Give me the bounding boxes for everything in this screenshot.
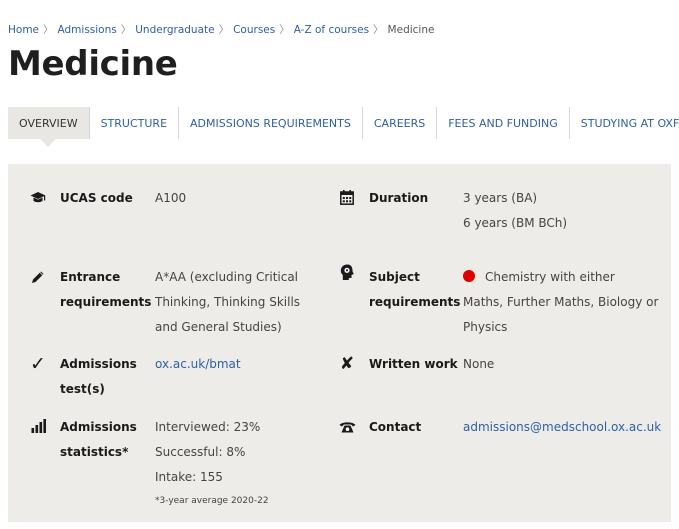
phone-icon [337,415,357,440]
statistics-intake: Intake: 155 [155,470,223,484]
tab-overview[interactable]: OVERVIEW [8,107,90,147]
duration-value-ba: 3 years (BA) [463,191,538,205]
statistics-successful: Successful: 8% [155,445,246,459]
check-icon: ✓ [30,353,46,375]
tab-studying-at-oxford[interactable]: STUDYING AT OXFORD [570,107,679,139]
tab-structure[interactable]: STRUCTURE [90,107,180,139]
breadcrumb-admissions[interactable]: Admissions [58,24,117,36]
breadcrumb-separator-icon: 〉 [373,24,384,36]
written-work-label: Written work [369,357,458,371]
subject-value-line2: Maths, Further Maths, Biology or [463,295,659,309]
tab-admissions-requirements[interactable]: ADMISSIONS REQUIREMENTS [179,107,363,139]
breadcrumb-separator-icon: 〉 [218,24,230,36]
tab-careers[interactable]: CAREERS [363,107,438,139]
entrance-value-line3: and General Studies) [155,320,282,334]
subject-value-line1: Chemistry with either [485,270,615,284]
duration-value-bmbch: 6 years (BM BCh) [463,216,568,230]
written-work-value: None [463,357,495,371]
subject-label-line1: Subject [369,270,420,284]
tab-fees-and-funding[interactable]: FEES AND FUNDING [437,107,570,139]
pencil-icon [28,265,48,290]
admissions-test-link[interactable]: ox.ac.uk/bmat [155,352,241,377]
entrance-value-line2: Thinking, Thinking Skills [155,295,301,309]
entrance-label-line2: requirements [60,295,152,309]
subject-value-line3: Physics [463,320,508,334]
page-title: Medicine [8,44,178,84]
contact-email-link[interactable]: admissions@medschool.ox.ac.uk [463,415,661,440]
cross-icon: ✘ [339,354,355,374]
entrance-label-line1: Entrance [60,270,121,284]
breadcrumb-current: Medicine [387,24,435,36]
entrance-value-line1: A*AA (excluding Critical [155,270,299,284]
breadcrumb-separator-icon: 〉 [120,24,132,36]
ucas-code-label: UCAS code [60,191,133,205]
contact-label: Contact [369,420,422,434]
statistics-label-line1: Admissions [60,420,137,434]
bar-chart-icon [28,415,48,440]
required-subject-dot-icon [463,270,475,282]
breadcrumb: Home 〉 Admissions 〉 Undergraduate 〉 Courses 〉 A-… [8,22,434,37]
admissions-test-label-line1: Admissions [60,357,137,371]
ucas-code-value: A100 [155,191,187,205]
breadcrumb-home[interactable]: Home [8,24,39,36]
statistics-footnote: *3-year average 2020-22 [155,496,269,506]
statistics-interviewed: Interviewed: 23% [155,420,261,434]
course-facts-panel: UCAS code A100 Duration 3 years (BA) 6 y… [8,164,671,522]
subject-label-line2: requirements [369,295,461,309]
head-icon [337,261,357,286]
breadcrumb-undergraduate[interactable]: Undergraduate [135,24,214,36]
graduation-cap-icon [28,186,48,211]
statistics-label-line2: statistics* [60,445,129,459]
breadcrumb-courses[interactable]: Courses [233,24,275,36]
breadcrumb-separator-icon: 〉 [279,24,290,36]
breadcrumb-separator-icon: 〉 [43,24,54,36]
course-tabs: OVERVIEW STRUCTURE ADMISSIONS REQUIREMEN… [8,107,679,147]
breadcrumb-a-z-courses[interactable]: A-Z of courses [294,24,369,36]
admissions-test-label-line2: test(s) [60,382,105,396]
calendar-icon [337,186,357,211]
duration-label: Duration [369,191,429,205]
